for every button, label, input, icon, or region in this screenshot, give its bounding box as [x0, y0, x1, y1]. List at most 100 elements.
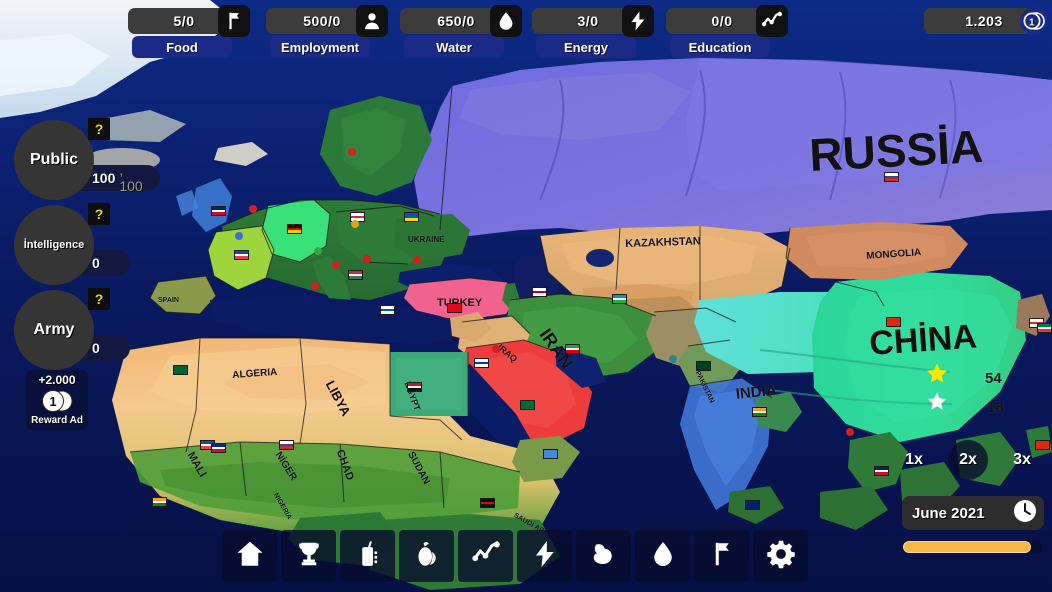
- energy-bolt-icon: [530, 539, 560, 573]
- toolbar-button-settings[interactable]: [753, 530, 808, 582]
- niger-flag[interactable]: [279, 440, 294, 450]
- red-dot-2[interactable]: [249, 205, 257, 213]
- orange-dot[interactable]: [351, 220, 359, 228]
- svg-text:1: 1: [49, 394, 56, 409]
- bottom-toolbar: [222, 530, 808, 582]
- resource-food-value: 5/0: [173, 13, 195, 29]
- reward-ad-label: Reward Ad: [31, 415, 83, 426]
- angola-flag[interactable]: [480, 498, 495, 508]
- bosnia-flag[interactable]: [380, 305, 395, 315]
- toolbar-button-food[interactable]: [694, 530, 749, 582]
- stat-public[interactable]: ? Public 100, 100: [0, 118, 160, 205]
- stat-intelligence[interactable]: ? İntelligence 0: [0, 203, 160, 290]
- resource-topbar: 5/0 Food 500/0 Employment 650/0 Water 3/0 Energ…: [0, 0, 1052, 62]
- uk-flag[interactable]: [211, 206, 226, 216]
- toolbar-button-trophy[interactable]: [281, 530, 336, 582]
- red-dot-5[interactable]: [363, 255, 371, 263]
- red-dot-7[interactable]: [846, 428, 854, 436]
- france-flag[interactable]: [234, 250, 249, 260]
- red-dot-1[interactable]: [348, 148, 356, 156]
- svg-text:1: 1: [1029, 18, 1035, 29]
- red-dot-3[interactable]: [332, 261, 340, 269]
- pakistan-flag[interactable]: [696, 361, 711, 371]
- money-counter[interactable]: 1.203 1: [924, 7, 1048, 58]
- resource-energy[interactable]: 3/0 Energy: [532, 5, 654, 58]
- india-flag[interactable]: [752, 407, 767, 417]
- speed-button-3x[interactable]: 3x: [1002, 440, 1042, 480]
- white-star[interactable]: [927, 391, 947, 415]
- green-dot[interactable]: [314, 247, 322, 255]
- stat-intelligence-label: İntelligence: [14, 205, 94, 285]
- turkey-flag[interactable]: [447, 303, 462, 313]
- yellow-star[interactable]: [926, 362, 948, 388]
- egypt-flag[interactable]: [407, 382, 422, 392]
- cuba-flag[interactable]: [211, 443, 226, 453]
- toolbar-button-home[interactable]: [222, 530, 277, 582]
- teal-dot[interactable]: [669, 355, 677, 363]
- coin-icon: 1: [1020, 7, 1048, 35]
- speed-controls: 1x 2x 3x: [894, 440, 1042, 480]
- ukraine-flag[interactable]: [404, 212, 419, 222]
- stat-public-help-badge[interactable]: ?: [88, 118, 110, 140]
- resource-education-label: Education: [670, 36, 770, 58]
- money-value: 1.203: [965, 13, 1003, 29]
- israel-flag[interactable]: [474, 358, 489, 368]
- toolbar-button-espionage[interactable]: [399, 530, 454, 582]
- stat-public-label: Public: [14, 120, 94, 200]
- liberia-flag[interactable]: [152, 497, 167, 507]
- saudi-flag[interactable]: [520, 400, 535, 410]
- toolbar-button-water[interactable]: [635, 530, 690, 582]
- somalia-flag[interactable]: [543, 449, 558, 459]
- resource-food-label: Food: [132, 36, 232, 58]
- germany-flag[interactable]: [287, 224, 302, 234]
- resource-food[interactable]: 5/0 Food: [128, 5, 250, 58]
- red-dot-4[interactable]: [311, 282, 319, 290]
- china-flag[interactable]: [886, 317, 901, 327]
- morocco-flag[interactable]: [173, 365, 188, 375]
- toolbar-button-education[interactable]: [458, 530, 513, 582]
- resource-education-value: 0/0: [711, 13, 733, 29]
- resource-employment-label: Employment: [270, 36, 370, 58]
- resource-education[interactable]: 0/0 Education: [666, 5, 788, 58]
- sa-flag[interactable]: [1037, 323, 1052, 333]
- red-dot-6[interactable]: [413, 256, 421, 264]
- resource-energy-value: 3/0: [577, 13, 599, 29]
- toolbar-button-radio[interactable]: [340, 530, 395, 582]
- hungary-flag[interactable]: [348, 270, 363, 280]
- stat-army-help-badge[interactable]: ?: [88, 288, 110, 310]
- resource-employment-value: 500/0: [303, 13, 341, 29]
- reward-ad-button[interactable]: +2.000 1 Reward Ad: [26, 370, 88, 430]
- education-chart-icon: [471, 539, 501, 573]
- blue-dot[interactable]: [235, 232, 243, 240]
- home-icon: [235, 539, 265, 573]
- reward-ad-coin-icon: 1: [40, 388, 74, 414]
- trophy-icon: [294, 539, 324, 573]
- resource-employment[interactable]: 500/0 Employment: [266, 5, 388, 58]
- stat-army[interactable]: ? Army 0: [0, 288, 160, 375]
- japan-flag[interactable]: [532, 287, 547, 297]
- gear-icon: [766, 539, 796, 573]
- month-progress-bar: [902, 540, 1042, 554]
- red-dot-8[interactable]: [492, 345, 500, 353]
- russia-flag[interactable]: [884, 172, 899, 182]
- person-icon: [356, 5, 388, 37]
- uzbek-flag[interactable]: [612, 294, 627, 304]
- resource-water-label: Water: [404, 36, 504, 58]
- left-stats-panel: ? Public 100, 100? İntelligence 0? Army 0: [0, 118, 160, 375]
- speed-button-2x[interactable]: 2x: [948, 440, 988, 480]
- date-display[interactable]: June 2021: [902, 496, 1044, 530]
- stat-army-label: Army: [14, 290, 94, 370]
- water-drop-icon: [490, 5, 522, 37]
- resource-water[interactable]: 650/0 Water: [400, 5, 522, 58]
- game-screen: RUSSİACHİNAINDIAKAZAKHSTANMONGOLIAIRANTU…: [0, 0, 1052, 592]
- toolbar-button-energy[interactable]: [517, 530, 572, 582]
- toolbar-button-army[interactable]: [576, 530, 631, 582]
- speed-button-1x[interactable]: 1x: [894, 440, 934, 480]
- water-drop-icon: [648, 539, 678, 573]
- stat-intelligence-help-badge[interactable]: ?: [88, 203, 110, 225]
- uk2-flag[interactable]: [874, 466, 889, 476]
- radio-icon: [353, 539, 383, 573]
- muscle-arm-icon: [589, 539, 619, 573]
- aus-flag[interactable]: [745, 500, 760, 510]
- iran-flag[interactable]: [565, 344, 580, 354]
